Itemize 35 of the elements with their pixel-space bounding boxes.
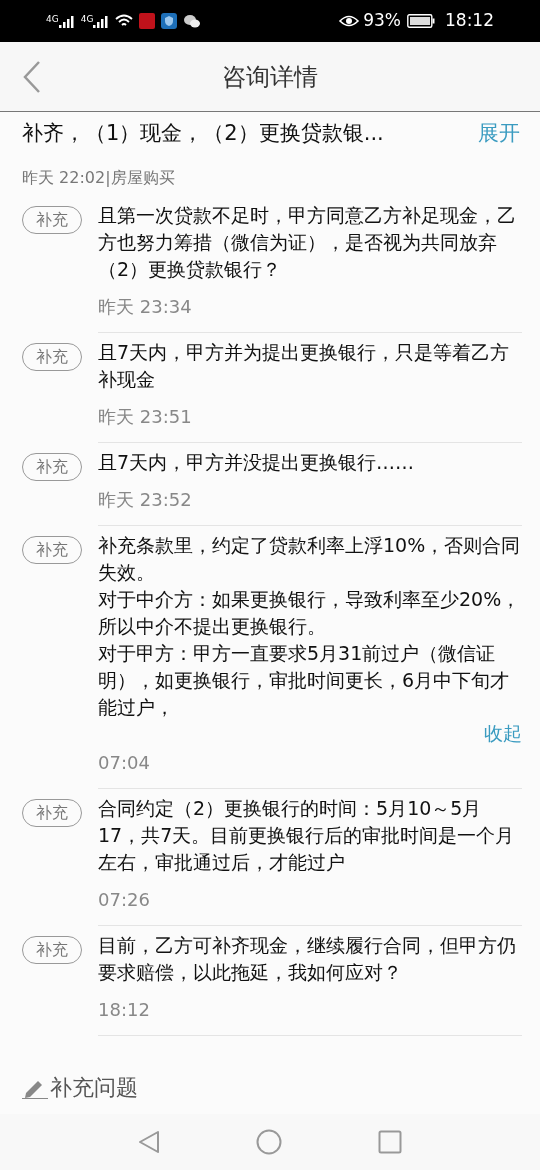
wifi-icon — [115, 14, 134, 28]
battery-icon — [407, 14, 435, 28]
battery-percent: 93% — [363, 9, 401, 33]
chat-icon — [183, 13, 202, 29]
network-label: 4G — [46, 14, 59, 24]
supplement-time: 昨天 23:34 — [98, 294, 193, 319]
supplement-text: 对于甲方：甲方一直要求5月31前过户（微信证明），如更换银行，审批时间更长，6月中下旬才能过户， — [98, 640, 511, 720]
supplement-text: 补充条款里，约定了贷款利率上浮10%，否则合同失效。 — [98, 532, 522, 585]
signal-icon — [58, 14, 75, 28]
supplement-text: 对于中介方：如果更换银行，导致利率至少20%，所以中介不提出更换银行。 — [98, 586, 522, 639]
expand-link[interactable]: 展开 — [478, 118, 520, 150]
supplement-time: 昨天 23:52 — [98, 487, 193, 512]
supplement-time: 07:26 — [98, 887, 151, 912]
collapse-link[interactable]: 收起 — [484, 720, 522, 745]
add-question-button[interactable]: 补充问题 — [22, 1071, 138, 1104]
supplement-text: 且7天内，甲方并为提出更换银行，只是等着乙方补现金 — [98, 339, 511, 392]
supplement-time: 07:04 — [98, 750, 151, 775]
signal-icon — [93, 14, 110, 28]
supplement-text: 目前，乙方可补齐现金，继续履行合同，但甲方仍要求赔偿，以此拖延，我如何应对？ — [98, 932, 517, 985]
app-icon — [139, 13, 156, 29]
question-meta: 昨天 22:02|房屋购买 — [21, 166, 176, 189]
supplement-time: 18:12 — [98, 997, 151, 1022]
supplement-text: 合同约定（2）更换银行的时间：5月10～5月17，共7天。目前更换银行后的审批时间是一个月左右，审批通过后，才能过户 — [98, 795, 516, 875]
question-title: 补齐，（1）现金，（2）更换贷款银... — [22, 120, 385, 147]
supplement-text: 且第一次贷款不足时，甲方同意乙方补足现金，乙方也努力筹措（微信为证），是否视为共同放弃（2）更换贷款银行？ — [98, 202, 517, 282]
eye-icon — [339, 14, 360, 28]
supplement-text: 且7天内，甲方并没提出更换银行…… — [98, 449, 416, 475]
back-nav-icon[interactable] — [138, 1130, 160, 1154]
clock: 18:12 — [445, 9, 494, 33]
shield-icon — [161, 13, 178, 29]
recents-nav-icon[interactable] — [378, 1130, 402, 1154]
home-nav-icon[interactable] — [256, 1129, 282, 1155]
network-label: 4G — [80, 14, 94, 24]
supplement-time: 昨天 23:51 — [98, 404, 193, 429]
page-title: 咨询详情 — [222, 61, 318, 93]
